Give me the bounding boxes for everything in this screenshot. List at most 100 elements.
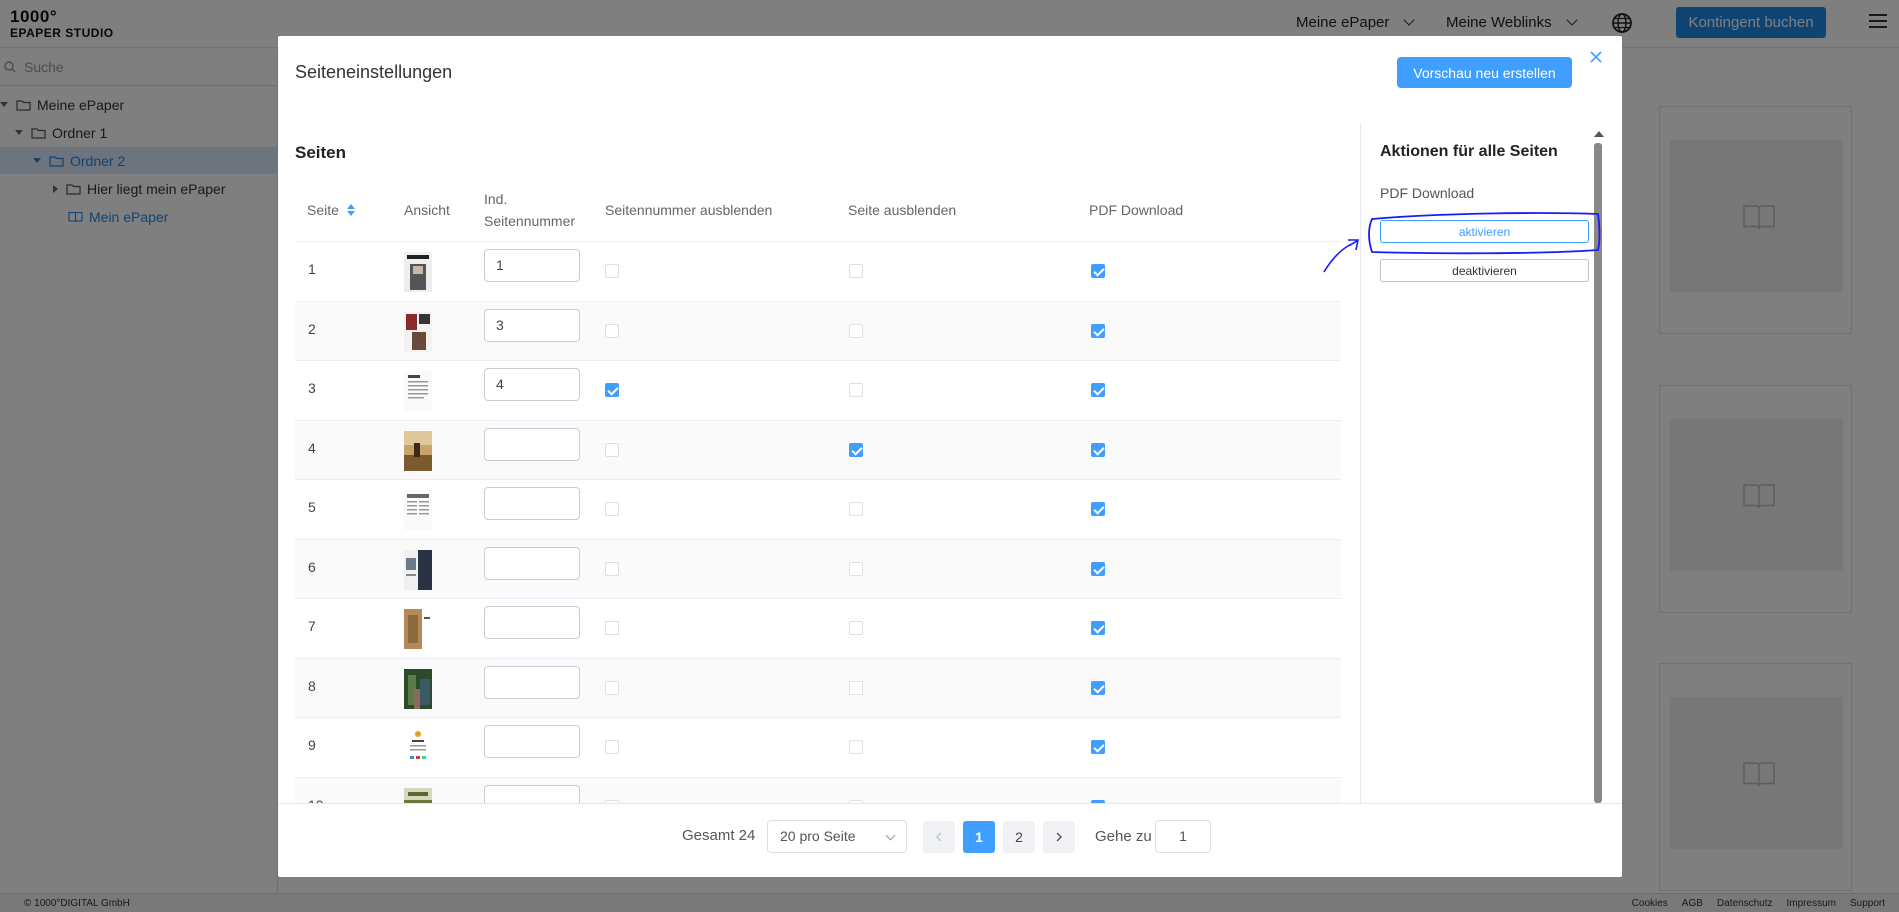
hide-number-checkbox[interactable] xyxy=(605,442,619,457)
table-row: 4 xyxy=(295,420,1341,480)
table-row: 8 xyxy=(295,658,1341,718)
hide-number-checkbox[interactable] xyxy=(605,383,619,397)
page-settings-modal: Seiteneinstellungen Vorschau neu erstell… xyxy=(278,36,1622,877)
page-button-2[interactable]: 2 xyxy=(1003,821,1035,853)
table-row: 11 xyxy=(295,242,1341,302)
col-ind-header-line2: Seitennummer xyxy=(484,213,576,229)
page-number: 7 xyxy=(308,618,316,634)
deactivate-all-button[interactable]: deaktivieren xyxy=(1380,259,1589,282)
individual-page-number-input[interactable]: 3 xyxy=(484,308,580,342)
page-thumbnail[interactable] xyxy=(404,609,432,649)
individual-page-number-input[interactable] xyxy=(484,784,580,803)
chevron-right-icon xyxy=(1056,832,1062,842)
hide-number-checkbox[interactable] xyxy=(605,264,619,278)
pdf-checkbox[interactable] xyxy=(1091,680,1105,695)
page-thumbnail[interactable] xyxy=(404,668,432,709)
page-number: 3 xyxy=(308,380,316,396)
col-ind-header-line1: Ind. xyxy=(484,191,508,207)
hide-page-checkbox[interactable] xyxy=(849,323,863,338)
page-number: 6 xyxy=(308,558,316,575)
page-number: 8 xyxy=(308,677,316,694)
hide-number-checkbox[interactable] xyxy=(605,621,619,635)
page-number: 9 xyxy=(308,737,316,753)
table-row: 34 xyxy=(295,361,1341,421)
page-size-value: 20 pro Seite xyxy=(780,828,856,844)
pdf-checkbox[interactable] xyxy=(1091,383,1105,397)
page-button-1[interactable]: 1 xyxy=(963,821,995,853)
actions-subtitle: PDF Download xyxy=(1380,185,1475,201)
page-thumbnail[interactable] xyxy=(404,430,432,471)
page-number: 2 xyxy=(308,320,316,337)
page-size-select[interactable]: 20 pro Seite xyxy=(767,820,907,853)
page-thumbnail[interactable] xyxy=(404,787,432,804)
total-count: Gesamt 24 xyxy=(682,827,756,844)
table-row: 7 xyxy=(295,599,1341,659)
individual-page-number-input[interactable] xyxy=(484,546,580,580)
table-row: 6 xyxy=(295,539,1341,599)
page-thumbnail[interactable] xyxy=(404,371,432,411)
individual-page-number-input[interactable] xyxy=(484,487,580,520)
hide-page-checkbox[interactable] xyxy=(849,502,863,516)
table-header: Seite Ansicht Ind. Seitennummer Seitennu… xyxy=(295,179,1341,242)
hide-number-checkbox[interactable] xyxy=(605,502,619,516)
page-thumbnail[interactable] xyxy=(404,252,432,292)
pdf-checkbox[interactable] xyxy=(1091,621,1105,635)
activate-all-button[interactable]: aktivieren xyxy=(1380,220,1589,243)
hide-page-checkbox[interactable] xyxy=(849,264,863,278)
chevron-down-icon xyxy=(885,830,896,841)
close-icon[interactable] xyxy=(1588,49,1604,65)
individual-page-number-input[interactable] xyxy=(484,427,580,461)
scroll-up-icon[interactable] xyxy=(1594,131,1604,137)
modal-title: Seiteneinstellungen xyxy=(295,62,453,82)
pdf-checkbox[interactable] xyxy=(1091,323,1105,338)
hide-page-checkbox[interactable] xyxy=(849,442,863,457)
pdf-checkbox[interactable] xyxy=(1091,502,1105,516)
hide-page-checkbox[interactable] xyxy=(849,383,863,397)
col-pdf-header: PDF Download xyxy=(1089,202,1184,218)
hide-number-checkbox[interactable] xyxy=(605,740,619,754)
table-row: 10 xyxy=(295,777,1341,804)
pdf-checkbox[interactable] xyxy=(1091,264,1105,278)
pdf-checkbox[interactable] xyxy=(1091,740,1105,754)
hide-page-checkbox[interactable] xyxy=(849,621,863,635)
table-row: 9 xyxy=(295,718,1341,778)
pdf-checkbox[interactable] xyxy=(1091,561,1105,576)
page-thumbnail[interactable] xyxy=(404,490,432,530)
page-number: 4 xyxy=(308,439,316,456)
next-page-button[interactable] xyxy=(1043,821,1075,853)
sort-icon[interactable] xyxy=(347,204,355,218)
hide-number-checkbox[interactable] xyxy=(605,561,619,576)
page-thumbnail[interactable] xyxy=(404,311,432,352)
page-number: 1 xyxy=(308,261,316,277)
goto-label: Gehe zu xyxy=(1095,828,1152,845)
pages-table: Seite Ansicht Ind. Seitennummer Seitennu… xyxy=(295,179,1341,803)
col-hide-number-header: Seitennummer ausblenden xyxy=(605,202,773,218)
individual-page-number-input[interactable]: 4 xyxy=(484,368,580,401)
panel-divider xyxy=(1360,124,1361,804)
hide-page-checkbox[interactable] xyxy=(849,740,863,754)
page-thumbnail[interactable] xyxy=(404,549,432,590)
hide-number-checkbox[interactable] xyxy=(605,323,619,338)
pdf-checkbox[interactable] xyxy=(1091,442,1105,457)
hide-number-checkbox[interactable] xyxy=(605,680,619,695)
col-page-header[interactable]: Seite xyxy=(307,199,339,221)
page-number: 5 xyxy=(308,499,316,515)
individual-page-number-input[interactable] xyxy=(484,665,580,699)
individual-page-number-input[interactable] xyxy=(484,725,580,758)
table-row: 23 xyxy=(295,301,1341,361)
individual-page-number-input[interactable] xyxy=(484,606,580,639)
scrollbar[interactable] xyxy=(1594,143,1602,803)
page-thumbnail[interactable] xyxy=(404,728,432,768)
pages-section-title: Seiten xyxy=(295,143,347,162)
actions-title: Aktionen für alle Seiten xyxy=(1380,143,1558,160)
chevron-left-icon xyxy=(936,832,942,842)
hide-page-checkbox[interactable] xyxy=(849,561,863,576)
prev-page-button[interactable] xyxy=(923,821,955,853)
individual-page-number-input[interactable]: 1 xyxy=(484,249,580,282)
goto-page-input[interactable]: 1 xyxy=(1155,820,1211,853)
hide-page-checkbox[interactable] xyxy=(849,680,863,695)
pagination: Gesamt 24 20 pro Seite 1 2 Gehe zu 1 xyxy=(278,803,1622,877)
rebuild-preview-button[interactable]: Vorschau neu erstellen xyxy=(1397,57,1572,88)
col-hide-page-header: Seite ausblenden xyxy=(848,202,957,218)
col-view-header: Ansicht xyxy=(404,202,450,218)
